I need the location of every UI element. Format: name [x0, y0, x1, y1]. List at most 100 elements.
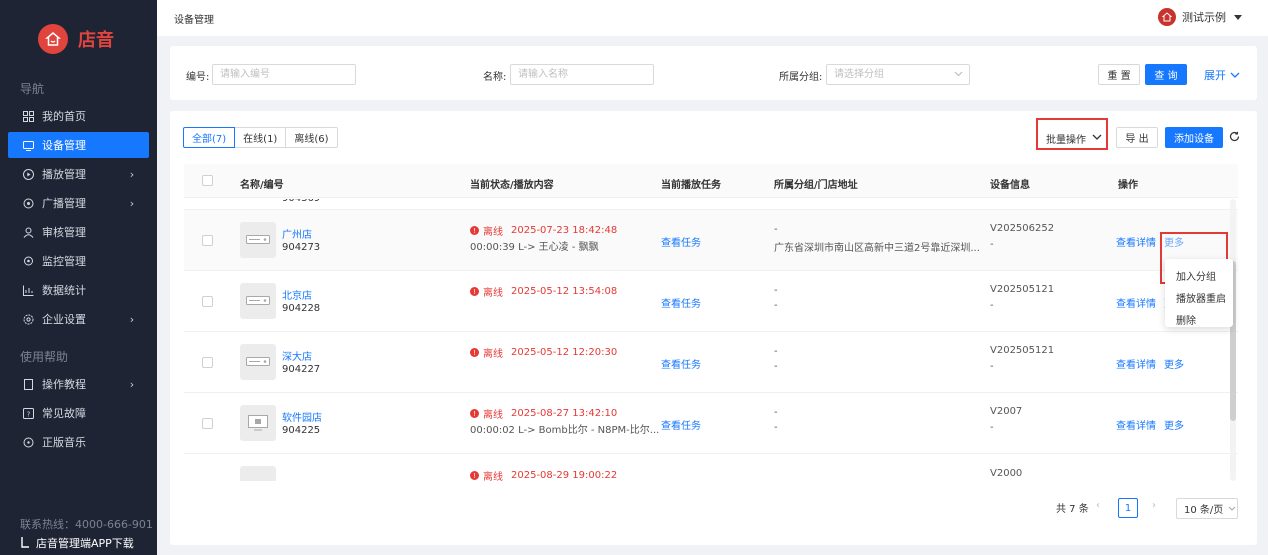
device-list-card: 全部(7) 在线(1) 离线(6) 批量操作 导 出 添加设备 名称/编号 当前… — [170, 111, 1257, 545]
device-extra: - — [990, 422, 994, 433]
house-logo-icon — [38, 24, 68, 54]
menu-item-delete[interactable]: 删除 — [1176, 312, 1196, 327]
status-time: 2025-08-27 13:42:10 — [511, 408, 618, 419]
group-name: - — [774, 407, 778, 418]
help-item-music[interactable]: 正版音乐 — [8, 429, 149, 455]
expand-toggle[interactable]: 展开 — [1204, 67, 1240, 83]
more-link[interactable]: 更多 — [1164, 417, 1184, 432]
nav-label: 播放管理 — [42, 168, 86, 181]
nav-label: 监控管理 — [42, 255, 86, 268]
question-icon: ? — [22, 407, 34, 419]
status-indicator: ! 离线 2025-08-27 13:42:10 — [470, 406, 617, 421]
device-name-link[interactable]: 软件园店 — [282, 409, 322, 424]
status-indicator: ! 离线 2025-05-12 12:20:30 — [470, 345, 617, 360]
next-page-icon[interactable]: › — [1152, 500, 1156, 511]
offline-dot-icon: ! — [470, 348, 479, 357]
settings-icon — [22, 313, 34, 325]
device-thumbnail — [240, 283, 276, 319]
nav-label: 常见故障 — [42, 407, 86, 420]
avatar — [1158, 8, 1176, 26]
sidebar-item-audit[interactable]: 审核管理 — [8, 219, 149, 245]
book-icon — [22, 378, 34, 390]
view-task-link[interactable]: 查看任务 — [661, 417, 701, 432]
group-name: - — [774, 224, 778, 235]
refresh-icon[interactable] — [1229, 131, 1240, 145]
view-task-link[interactable]: 查看任务 — [661, 234, 701, 249]
export-button[interactable]: 导 出 — [1116, 127, 1158, 148]
help-item-question[interactable]: ? 常见故障 — [8, 400, 149, 426]
view-task-link[interactable]: 查看任务 — [661, 356, 701, 371]
view-detail-link[interactable]: 查看详情 — [1116, 356, 1156, 371]
nav-label: 正版音乐 — [42, 436, 86, 449]
nav-label: 企业设置 — [42, 313, 86, 326]
user-menu[interactable]: 测试示例 — [1158, 8, 1242, 26]
brand-name: 店音 — [78, 30, 114, 51]
more-link[interactable]: 更多 — [1164, 356, 1184, 371]
brand-logo[interactable]: 店音 — [0, 0, 157, 78]
device-name-link[interactable]: 广州店 — [282, 226, 312, 241]
code-label: 编号: — [186, 72, 210, 83]
row-checkbox[interactable] — [202, 296, 213, 307]
app-download-link[interactable]: 店音管理端APP下载 — [20, 535, 134, 551]
tab-all[interactable]: 全部(7) — [183, 127, 236, 148]
offline-dot-icon: ! — [470, 226, 479, 235]
batch-operation-dropdown[interactable]: 批量操作 — [1046, 131, 1102, 146]
sidebar-item-chart[interactable]: 数据统计 — [8, 277, 149, 303]
view-task-link[interactable]: 查看任务 — [661, 295, 701, 310]
add-device-button[interactable]: 添加设备 — [1165, 127, 1223, 148]
device-icon — [22, 139, 34, 151]
device-version: V2007 — [990, 406, 1023, 417]
view-detail-link[interactable]: 查看详情 — [1116, 295, 1156, 310]
col-task: 当前播放任务 — [661, 180, 721, 191]
table-row: 北京店 904228! 离线 2025-05-12 13:54:08 查看任务 - - V20… — [184, 271, 1238, 332]
sidebar-item-grid[interactable]: 我的首页 — [8, 103, 149, 129]
device-name-link[interactable]: 深大店 — [282, 348, 312, 363]
device-extra: - — [990, 239, 994, 250]
row-checkbox[interactable] — [202, 235, 213, 246]
store-address: 广东省深圳市南山区高新中三道2号靠近深圳... — [774, 243, 980, 254]
row-checkbox[interactable] — [202, 357, 213, 368]
name-input[interactable] — [510, 64, 654, 85]
table-row: 904369 — [184, 199, 1238, 210]
code-input[interactable] — [212, 64, 356, 85]
view-detail-link[interactable]: 查看详情 — [1116, 417, 1156, 432]
table-row: 软件园店 904225! 离线 2025-08-27 13:42:10 00:00:02… — [184, 393, 1238, 454]
device-thumbnail — [240, 405, 276, 441]
device-version: V2000 — [990, 468, 1023, 479]
menu-item-add-group[interactable]: 加入分组 — [1176, 268, 1216, 283]
grid-icon — [22, 110, 34, 122]
status-time: 2025-05-12 13:54:08 — [511, 286, 618, 297]
prev-page-icon[interactable]: ‹ — [1096, 500, 1100, 511]
page-1-button[interactable]: 1 — [1118, 498, 1138, 518]
nav-label: 广播管理 — [42, 197, 86, 210]
view-detail-link[interactable]: 查看详情 — [1116, 234, 1156, 249]
sidebar-item-play[interactable]: 播放管理 › — [8, 161, 149, 187]
select-all-checkbox[interactable] — [202, 175, 213, 186]
reset-button[interactable]: 重 置 — [1098, 64, 1140, 85]
offline-dot-icon: ! — [470, 471, 479, 480]
group-select[interactable]: 请选择分组 — [826, 64, 970, 85]
menu-item-restart-player[interactable]: 播放器重启 — [1176, 290, 1226, 305]
sidebar-item-settings[interactable]: 企业设置 › — [8, 306, 149, 332]
page-size-select[interactable]: 10 条/页 — [1176, 498, 1238, 519]
tab-online[interactable]: 在线(1) — [234, 127, 287, 148]
device-name-link[interactable]: 北京店 — [282, 287, 312, 302]
broadcast-icon — [22, 197, 34, 209]
status-indicator: ! 离线 2025-05-12 13:54:08 — [470, 284, 617, 299]
tab-offline[interactable]: 离线(6) — [285, 127, 338, 148]
sidebar-item-broadcast[interactable]: 广播管理 › — [8, 190, 149, 216]
help-list: 操作教程 ›? 常见故障 正版音乐 — [0, 371, 157, 455]
col-ops: 操作 — [1118, 180, 1138, 191]
sidebar-item-device[interactable]: 设备管理 — [8, 132, 149, 158]
row-checkbox[interactable] — [202, 418, 213, 429]
svg-text:?: ? — [26, 410, 30, 418]
device-code: 904225 — [282, 425, 321, 436]
music-icon — [22, 436, 34, 448]
help-item-book[interactable]: 操作教程 › — [8, 371, 149, 397]
batch-label: 批量操作 — [1046, 135, 1086, 146]
chevron-down-icon — [1228, 503, 1236, 514]
table-body: 904369 广州店904273! 离线 2025-07-23 18:42:48 00… — [184, 199, 1238, 481]
col-device: 设备信息 — [990, 180, 1030, 191]
search-button[interactable]: 查 询 — [1145, 64, 1187, 85]
sidebar-item-monitor[interactable]: 监控管理 — [8, 248, 149, 274]
